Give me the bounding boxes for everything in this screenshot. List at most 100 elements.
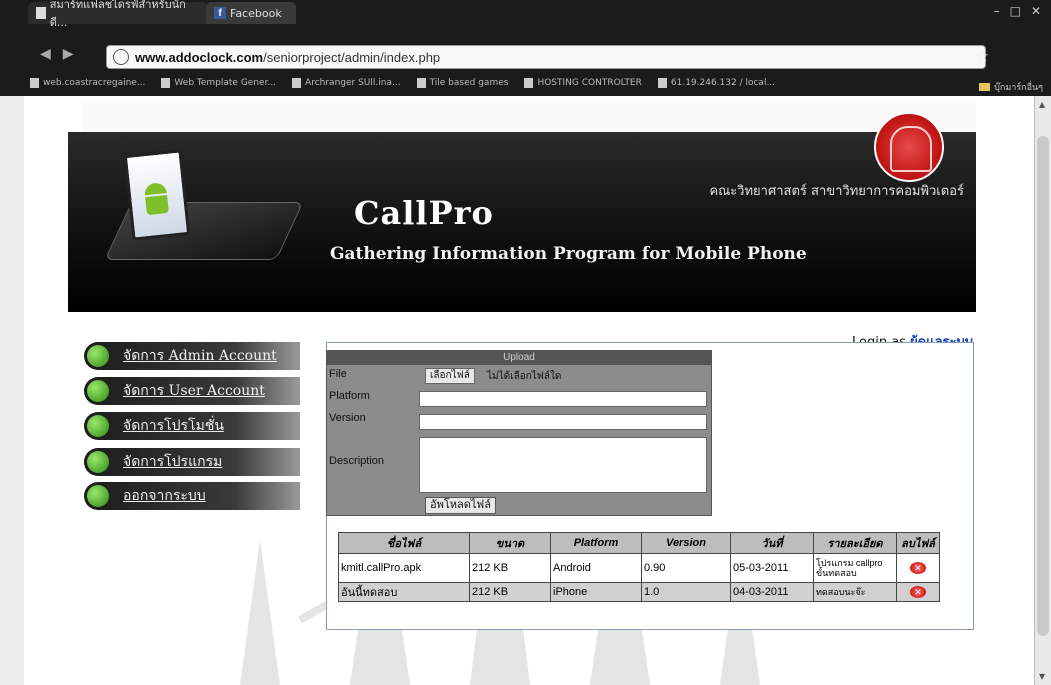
scroll-down-icon[interactable]: ▼ bbox=[1039, 672, 1045, 681]
bookmark-item[interactable]: Tile based games bbox=[416, 78, 509, 88]
cell-detail: โปรแกรม callpro ขั้นทดสอบ bbox=[813, 553, 897, 583]
globe-icon bbox=[113, 49, 129, 65]
choose-file-button[interactable]: เลือกไฟล์ bbox=[425, 368, 475, 384]
cell-date: 05-03-2011 bbox=[730, 553, 814, 583]
back-icon[interactable]: ◀ bbox=[40, 46, 51, 62]
page-icon bbox=[292, 78, 302, 88]
file-status: ไม่ได้เลือกไฟล์ใด bbox=[487, 371, 562, 382]
header-banner: คณะวิทยาศาสตร์ สาขาวิทยาการคอมพิวเตอร์ C… bbox=[68, 132, 976, 312]
menu-item-user-account[interactable]: จัดการ User Account bbox=[84, 377, 300, 405]
university-seal-logo bbox=[874, 112, 944, 182]
version-input[interactable] bbox=[419, 414, 707, 430]
delete-icon[interactable]: ✕ bbox=[910, 562, 926, 574]
address-host: www.addoclock.com bbox=[135, 49, 264, 65]
bookmark-label: 61.19.246.132 / local... bbox=[670, 78, 776, 88]
folder-icon bbox=[979, 83, 991, 91]
cell-date: 04-03-2011 bbox=[730, 582, 814, 602]
cell-size: 212 KB bbox=[469, 553, 551, 583]
upload-file-button[interactable]: อัพโหลดไฟล์ bbox=[425, 497, 496, 514]
bookmark-label: web.coastracregaine... bbox=[43, 78, 146, 88]
version-label: Version bbox=[329, 412, 366, 424]
delete-icon[interactable]: ✕ bbox=[910, 586, 926, 598]
cell-platform: Android bbox=[550, 553, 642, 583]
green-bullet-icon bbox=[87, 415, 109, 437]
cell-delete: ✕ bbox=[896, 582, 940, 602]
page-icon bbox=[416, 78, 426, 88]
bookmark-item[interactable]: Archranger SUll.ina... bbox=[292, 78, 401, 88]
menu-label: จัดการโปรโมชั่น bbox=[123, 418, 224, 434]
green-bullet-icon bbox=[87, 345, 109, 367]
menu-label: จัดการ User Account bbox=[123, 383, 265, 399]
window-controls: – □ ✕ bbox=[994, 4, 1041, 18]
bookmark-item[interactable]: web.coastracregaine... bbox=[30, 78, 145, 88]
cell-name: อันนี้ทดสอบ bbox=[338, 582, 470, 602]
menu-item-logout[interactable]: ออกจากระบบ bbox=[84, 482, 300, 510]
files-table: ชื่อไฟล์ ขนาด Platform Version วันที่ รา… bbox=[338, 532, 940, 602]
cell-detail: ทดสอบนะจ๊ะ bbox=[813, 582, 897, 602]
column-header: ชื่อไฟล์ bbox=[338, 532, 470, 554]
other-bookmarks-label: บุ๊กมาร์กอื่นๆ bbox=[994, 83, 1043, 93]
tab-1-label: สมาร์ทแฟลชไดรฟ์สำหรับนักดี... bbox=[49, 0, 186, 29]
menu-item-program[interactable]: จัดการโปรแกรม bbox=[84, 448, 300, 476]
column-header: Version bbox=[641, 532, 731, 554]
table-row: อันนี้ทดสอบ 212 KB iPhone 1.0 04-03-2011… bbox=[338, 582, 940, 602]
facebook-icon: f bbox=[214, 7, 226, 19]
cell-platform: iPhone bbox=[550, 582, 642, 602]
column-header: Platform bbox=[550, 532, 642, 554]
page-icon bbox=[30, 78, 39, 88]
platform-input[interactable] bbox=[419, 391, 707, 407]
menu-label: จัดการโปรแกรม bbox=[123, 454, 223, 470]
nav-buttons: ◀ ▶ bbox=[40, 46, 74, 62]
phone-screen bbox=[123, 149, 191, 241]
minimize-icon[interactable]: – bbox=[994, 4, 1000, 18]
bookmark-label: Tile based games bbox=[429, 78, 509, 88]
address-path: /seniorproject/admin/index.php bbox=[263, 49, 441, 65]
table-header-row: ชื่อไฟล์ ขนาด Platform Version วันที่ รา… bbox=[338, 532, 940, 554]
menu-label: ออกจากระบบ bbox=[123, 488, 206, 504]
column-header: ขนาด bbox=[469, 532, 551, 554]
scrollbar[interactable]: ▲ ▼ bbox=[1034, 96, 1051, 685]
column-header: รายละเอียด bbox=[813, 532, 897, 554]
green-bullet-icon bbox=[87, 485, 109, 507]
seal-emblem bbox=[890, 126, 932, 172]
platform-label: Platform bbox=[329, 390, 370, 402]
cell-delete: ✕ bbox=[896, 553, 940, 583]
star-icon[interactable]: ☆ bbox=[976, 47, 989, 65]
tab-1[interactable]: สมาร์ทแฟลชไดรฟ์สำหรับนักดี... bbox=[28, 0, 208, 29]
address-bar[interactable]: www.addoclock.com /seniorproject/admin/i… bbox=[106, 45, 986, 69]
menu-item-admin-account[interactable]: จัดการ Admin Account bbox=[84, 342, 300, 370]
tab-facebook[interactable]: f Facebook bbox=[206, 2, 296, 24]
app-title: CallPro bbox=[354, 194, 494, 232]
description-textarea[interactable] bbox=[419, 437, 707, 493]
maximize-icon[interactable]: □ bbox=[1010, 4, 1021, 18]
forward-icon[interactable]: ▶ bbox=[63, 46, 74, 62]
upload-title: Upload bbox=[327, 351, 711, 365]
bookmark-item[interactable]: 61.19.246.132 / local... bbox=[657, 78, 776, 88]
browser-chrome: สมาร์ทแฟลชไดรฟ์สำหรับนักดี... f Facebook… bbox=[0, 0, 1051, 96]
bookmark-item[interactable]: HOSTING CONTROLTER bbox=[524, 78, 642, 88]
upload-form: Upload File เลือกไฟล์ ไม่ได้เลือกไฟล์ใด … bbox=[326, 350, 712, 516]
cell-version: 0.90 bbox=[641, 553, 731, 583]
bookmarks-bar: web.coastracregaine... Web Template Gene… bbox=[0, 74, 1051, 92]
scroll-up-icon[interactable]: ▲ bbox=[1039, 100, 1045, 109]
top-strip bbox=[82, 102, 976, 133]
app-subtitle: Gathering Information Program for Mobile… bbox=[330, 244, 807, 264]
other-bookmarks[interactable]: บุ๊กมาร์กอื่นๆ bbox=[979, 80, 1043, 94]
scroll-thumb[interactable] bbox=[1037, 136, 1049, 636]
menu-item-promotion[interactable]: จัดการโปรโมชั่น bbox=[84, 412, 300, 440]
faculty-label: คณะวิทยาศาสตร์ สาขาวิทยาการคอมพิวเตอร์ bbox=[709, 184, 964, 199]
table-row: kmitl.callPro.apk 212 KB Android 0.90 05… bbox=[338, 553, 940, 583]
close-icon[interactable]: ✕ bbox=[1031, 4, 1041, 18]
cell-version: 1.0 bbox=[641, 582, 731, 602]
bookmark-item[interactable]: Web Template Gener... bbox=[161, 78, 276, 88]
column-header: วันที่ bbox=[730, 532, 814, 554]
menu-label: จัดการ Admin Account bbox=[123, 348, 277, 364]
tab-2-label: Facebook bbox=[230, 6, 282, 20]
page-icon bbox=[36, 7, 46, 19]
page-icon bbox=[657, 78, 667, 88]
green-bullet-icon bbox=[87, 380, 109, 402]
cell-name: kmitl.callPro.apk bbox=[338, 553, 470, 583]
bookmark-label: Archranger SUll.ina... bbox=[305, 78, 401, 88]
cell-size: 212 KB bbox=[469, 582, 551, 602]
page-icon bbox=[161, 78, 171, 88]
